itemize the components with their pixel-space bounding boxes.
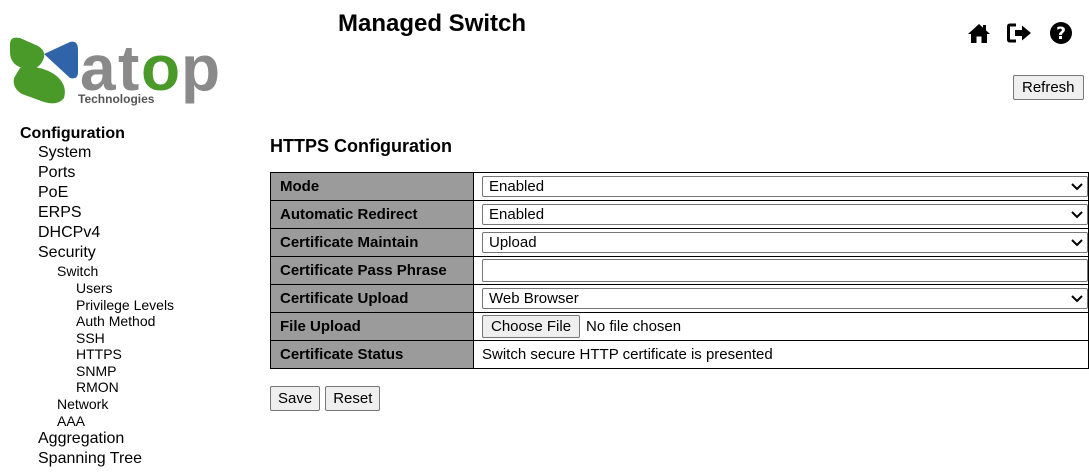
nav-item-network[interactable]: Network <box>20 396 174 413</box>
redirect-label: Automatic Redirect <box>270 200 474 229</box>
nav-item-ports[interactable]: Ports <box>20 163 174 183</box>
header-icons: ? <box>966 20 1074 46</box>
mode-label: Mode <box>270 172 474 201</box>
file-upload: Choose File No file chosen <box>482 315 1088 338</box>
table-row: Automatic Redirect Enabled <box>270 200 1089 229</box>
table-row: Certificate Upload Web Browser <box>270 284 1089 313</box>
table-row: Certificate Status Switch secure HTTP ce… <box>270 340 1089 369</box>
nav-item-snmp[interactable]: SNMP <box>20 363 174 380</box>
choose-file-button[interactable]: Choose File <box>482 315 581 338</box>
file-label: File Upload <box>270 312 474 341</box>
status-label: Certificate Status <box>270 340 474 369</box>
mode-value: Enabled <box>489 178 545 195</box>
chevron-down-icon <box>1071 209 1083 221</box>
nav-item-poe[interactable]: PoE <box>20 183 174 203</box>
help-icon[interactable]: ? <box>1048 20 1074 46</box>
atop-logo: a t o p Technologies <box>8 28 238 108</box>
chevron-down-icon <box>1071 181 1083 193</box>
nav-item-ssh[interactable]: SSH <box>20 330 174 347</box>
home-icon[interactable] <box>966 20 992 46</box>
refresh-button[interactable]: Refresh <box>1013 75 1084 100</box>
save-button[interactable]: Save <box>270 386 321 411</box>
redirect-select[interactable]: Enabled <box>482 204 1088 225</box>
logout-icon[interactable] <box>1007 20 1033 46</box>
mode-select[interactable]: Enabled <box>482 176 1088 197</box>
nav-item-security[interactable]: Security <box>20 243 174 263</box>
nav-configuration[interactable]: Configuration <box>20 124 174 143</box>
chevron-down-icon <box>1071 293 1083 305</box>
passphrase-input[interactable] <box>482 259 1088 282</box>
reset-button[interactable]: Reset <box>325 386 381 411</box>
nav-item-spanning-tree[interactable]: Spanning Tree <box>20 449 174 469</box>
redirect-value: Enabled <box>489 206 545 223</box>
certificate-status-value: Switch secure HTTP certificate is presen… <box>473 340 1089 369</box>
passphrase-label: Certificate Pass Phrase <box>270 256 474 285</box>
nav-item-switch[interactable]: Switch <box>20 263 174 280</box>
maintain-label: Certificate Maintain <box>270 228 474 257</box>
https-config-table: Mode Enabled Automatic Redirect Enabled … <box>270 172 1089 369</box>
svg-text:p: p <box>181 32 220 104</box>
maintain-value: Upload <box>489 234 537 251</box>
nav-item-aaa[interactable]: AAA <box>20 413 174 430</box>
upload-label: Certificate Upload <box>270 284 474 313</box>
table-row: File Upload Choose File No file chosen <box>270 312 1089 341</box>
nav-item-aggregation[interactable]: Aggregation <box>20 429 174 449</box>
table-row: Mode Enabled <box>270 172 1089 201</box>
nav-item-users[interactable]: Users <box>20 280 174 297</box>
upload-value: Web Browser <box>489 290 579 307</box>
upload-select[interactable]: Web Browser <box>482 288 1088 309</box>
nav-item-system[interactable]: System <box>20 143 174 163</box>
page-title: HTTPS Configuration <box>270 136 452 156</box>
logo-mark <box>10 37 78 104</box>
maintain-select[interactable]: Upload <box>482 232 1088 253</box>
nav-item-https[interactable]: HTTPS <box>20 346 174 363</box>
table-row: Certificate Pass Phrase <box>270 256 1089 285</box>
nav-item-auth-method[interactable]: Auth Method <box>20 313 174 330</box>
nav-item-rmon[interactable]: RMON <box>20 379 174 396</box>
nav-item-privilege-levels[interactable]: Privilege Levels <box>20 297 174 314</box>
nav-item-erps[interactable]: ERPS <box>20 203 174 223</box>
sidebar-nav: Configuration System Ports PoE ERPS DHCP… <box>20 124 174 469</box>
svg-text:?: ? <box>1056 24 1066 44</box>
table-row: Certificate Maintain Upload <box>270 228 1089 257</box>
nav-item-dhcpv4[interactable]: DHCPv4 <box>20 223 174 243</box>
app-title: Managed Switch <box>338 10 527 37</box>
form-actions: Save Reset <box>270 386 381 411</box>
file-status: No file chosen <box>586 318 682 335</box>
svg-text:Technologies: Technologies <box>78 92 155 106</box>
chevron-down-icon <box>1071 237 1083 249</box>
